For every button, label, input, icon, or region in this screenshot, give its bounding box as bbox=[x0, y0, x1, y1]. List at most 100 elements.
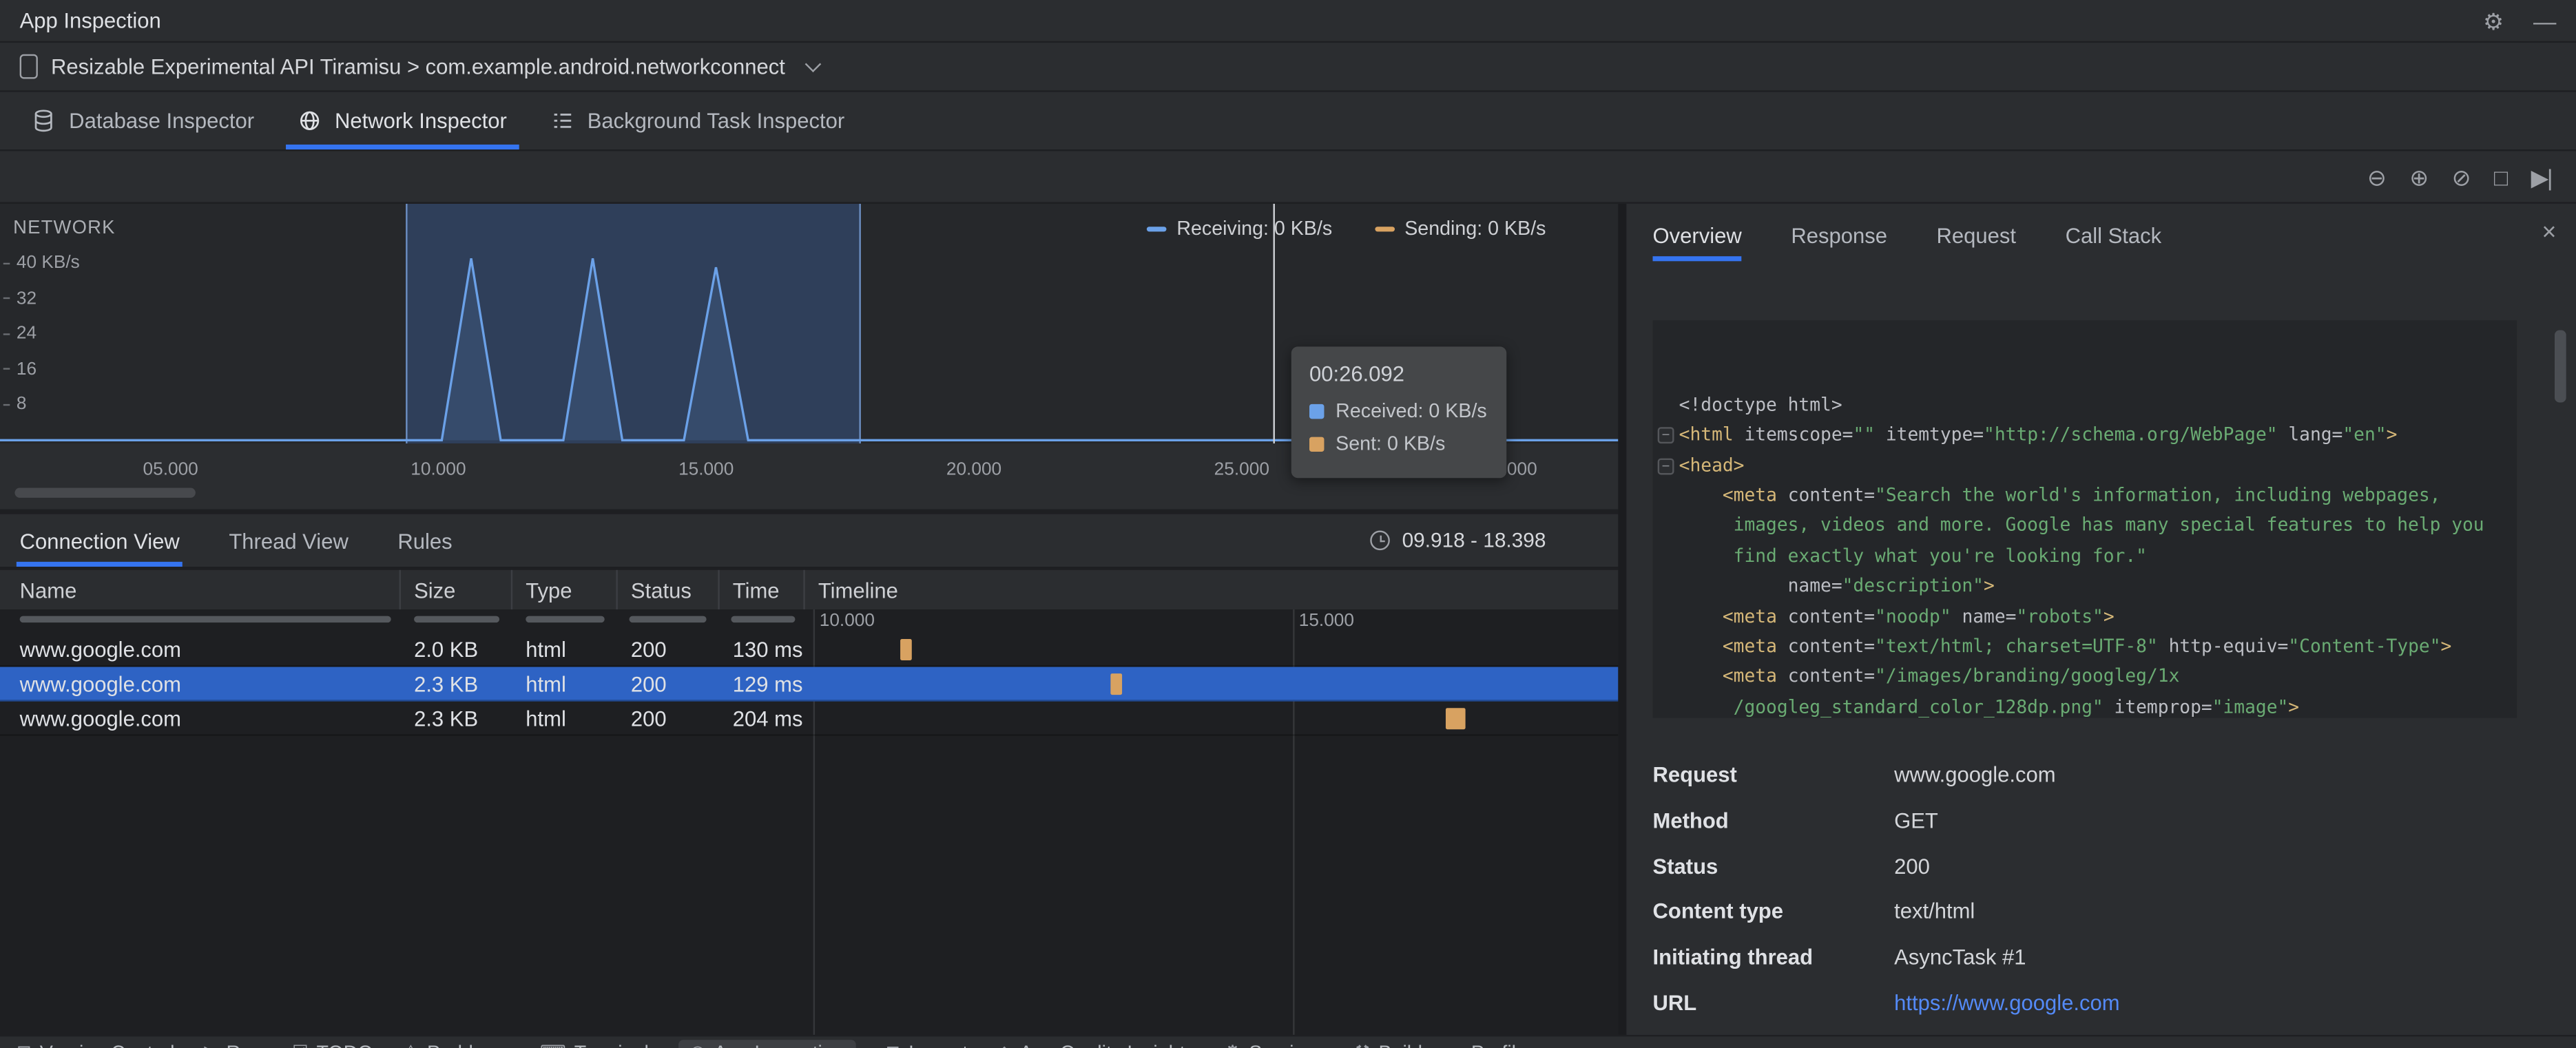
code-line: /googleg_standard_color_128dp.png" itemp… bbox=[1679, 695, 2300, 717]
code-line: images, videos and more. Google has many… bbox=[1679, 514, 2484, 536]
tab-label: Background Task Inspector bbox=[587, 108, 845, 134]
column-header-type[interactable]: Type bbox=[512, 569, 618, 610]
code-scrollbar-thumb[interactable] bbox=[2554, 330, 2566, 403]
table-row[interactable]: www.google.com 2.0 KB html 200 130 ms bbox=[0, 632, 1619, 667]
detail-field: Initiating thread AsyncTask #1 bbox=[1653, 934, 2550, 980]
toolwindow-button-todo[interactable]: ☑ TODO bbox=[292, 1041, 373, 1048]
tab-response[interactable]: Response bbox=[1791, 204, 1887, 266]
tab-thread-view[interactable]: Thread View bbox=[229, 514, 349, 567]
globe-network-icon bbox=[300, 111, 319, 130]
table-row[interactable]: www.google.com 2.3 KB html 200 129 ms bbox=[0, 667, 1619, 702]
code-scrollbar[interactable] bbox=[2554, 330, 2566, 709]
field-value: www.google.com bbox=[1894, 762, 2056, 788]
cell-status: 200 bbox=[630, 705, 667, 731]
chart-tooltip: 00:26.092 Received: 0 KB/s Sent: 0 KB/s bbox=[1291, 346, 1507, 479]
toolwindow-label: Run bbox=[227, 1041, 263, 1048]
tab-network-inspector[interactable]: Network Inspector bbox=[276, 92, 528, 150]
network-panel: NETWORK 40 KB/s 32 24 16 8 Receiving: 0 KB/s… bbox=[0, 203, 1619, 1035]
tab-call-stack[interactable]: Call Stack bbox=[2066, 204, 2162, 266]
tab-request[interactable]: Request bbox=[1937, 204, 2016, 266]
version-control-icon: ⊞ bbox=[17, 1043, 32, 1048]
toolwindow-button-version-control[interactable]: ⊞ Version Control bbox=[17, 1041, 175, 1048]
code-line: <meta content="Search the world's inform… bbox=[1722, 484, 2441, 506]
toolwindow-button-build[interactable]: ⚒ Build bbox=[1354, 1041, 1422, 1048]
chevron-down-icon bbox=[804, 56, 822, 73]
bottom-bar-items: ⊞ Version Control ▶ Run ☑ TODO ⚠ Problems ⌨ Termi… bbox=[0, 1036, 2576, 1048]
reset-zoom-icon[interactable]: ⊘ bbox=[2452, 165, 2471, 188]
tab-background-task-inspector[interactable]: Background Task Inspector bbox=[528, 92, 866, 149]
x-tick-label: 25.000 bbox=[1214, 459, 1269, 480]
close-panel-icon[interactable]: × bbox=[2542, 220, 2556, 245]
code-line: name="description"> bbox=[1679, 575, 1995, 597]
column-header-timeline[interactable]: Timeline bbox=[805, 570, 1619, 609]
tab-label: Network Inspector bbox=[334, 108, 507, 134]
toolwindow-button-profiler[interactable]: ◔ Profiler bbox=[1452, 1041, 1533, 1048]
table-column-scrollbars bbox=[0, 609, 1618, 632]
cell-type: html bbox=[526, 671, 566, 696]
hide-window-icon[interactable]: — bbox=[2533, 9, 2556, 32]
task-list-icon bbox=[553, 113, 571, 128]
x-tick-label: 05.000 bbox=[143, 459, 198, 480]
app-inspection-icon: ◉ bbox=[690, 1043, 706, 1048]
problems-icon: ⚠ bbox=[403, 1043, 419, 1048]
settings-gear-icon[interactable]: ⚙ bbox=[2483, 9, 2504, 32]
field-value: 200 bbox=[1894, 853, 1930, 879]
cell-status: 200 bbox=[630, 636, 667, 662]
table-row[interactable]: www.google.com 2.3 KB html 200 204 ms bbox=[0, 702, 1619, 736]
process-selector[interactable]: Resizable Experimental API Tiramisu > co… bbox=[0, 43, 2576, 92]
chart-horizontal-scrollbar[interactable] bbox=[14, 488, 196, 498]
detail-field: Method GET bbox=[1653, 798, 2550, 843]
cell-time: 129 ms bbox=[732, 671, 803, 696]
legend-label: Sending: 0 KB/s bbox=[1404, 216, 1546, 240]
received-swatch bbox=[1309, 403, 1325, 419]
app-quality-insights-icon: ◈ bbox=[997, 1043, 1011, 1048]
legend-item: Sending: 0 KB/s bbox=[1375, 217, 1546, 240]
tab-rules[interactable]: Rules bbox=[397, 514, 452, 567]
range-label: 09.918 - 18.398 bbox=[1402, 529, 1546, 552]
database-icon bbox=[34, 109, 52, 132]
toolwindow-button-app-inspection[interactable]: ◉ App Inspection bbox=[678, 1040, 856, 1048]
toolwindow-button-services[interactable]: ⚙ Services bbox=[1225, 1041, 1325, 1048]
legend-label: Receiving: 0 KB/s bbox=[1176, 216, 1333, 240]
column-header-time[interactable]: Time bbox=[720, 569, 805, 610]
tab-label: Database Inspector bbox=[69, 108, 255, 134]
tab-overview[interactable]: Overview bbox=[1652, 204, 1743, 266]
zoom-in-icon[interactable]: ⊕ bbox=[2409, 165, 2429, 188]
toolwindow-label: Logcat bbox=[908, 1041, 968, 1048]
app-inspection-window: App Inspection ⚙ — Resizable Experimenta… bbox=[0, 0, 2576, 1048]
toolwindow-button-problems[interactable]: ⚠ Problems bbox=[403, 1041, 510, 1048]
toolwindow-label: Version Control bbox=[40, 1041, 175, 1048]
legend-swatch bbox=[1375, 226, 1395, 231]
tooltip-time: 00:26.092 bbox=[1309, 361, 1404, 386]
field-label: Method bbox=[1652, 808, 1729, 833]
column-header-size[interactable]: Size bbox=[401, 569, 513, 610]
tab-database-inspector[interactable]: Database Inspector bbox=[10, 92, 276, 149]
column-header-status[interactable]: Status bbox=[618, 569, 720, 610]
toolwindow-label: Problems bbox=[427, 1041, 510, 1048]
logcat-icon: ≣ bbox=[885, 1043, 900, 1048]
toolwindow-label: Profiler bbox=[1471, 1041, 1534, 1048]
tooltip-sent: Sent: 0 KB/s bbox=[1336, 432, 1446, 455]
main-split: NETWORK 40 KB/s 32 24 16 8 Receiving: 0 KB/s… bbox=[0, 203, 2576, 1035]
tooltip-received: Received: 0 KB/s bbox=[1336, 399, 1487, 423]
process-selector-label: Resizable Experimental API Tiramisu > co… bbox=[50, 54, 785, 79]
toolwindow-button-terminal[interactable]: ⌨ Terminal bbox=[540, 1041, 649, 1048]
cell-type: html bbox=[526, 705, 566, 731]
jump-to-live-icon[interactable]: ▶| bbox=[2531, 165, 2553, 188]
toolwindow-button-logcat[interactable]: ≣ Logcat bbox=[885, 1041, 968, 1048]
zoom-to-selection-icon[interactable]: □ bbox=[2494, 165, 2508, 188]
detail-field: Status 200 bbox=[1653, 843, 2550, 889]
legend-swatch bbox=[1147, 226, 1167, 231]
toolwindow-button-app-quality-insights[interactable]: ◈ App Quality Insights bbox=[997, 1041, 1195, 1048]
toolwindow-label: Build bbox=[1378, 1041, 1422, 1048]
column-header-name[interactable]: Name bbox=[0, 569, 401, 610]
window-title: App Inspection bbox=[19, 8, 161, 33]
inspector-tabs: Database Inspector Network Inspector Bac… bbox=[0, 92, 2576, 151]
toolwindow-button-run[interactable]: ▶ Run bbox=[204, 1041, 262, 1048]
connection-details-panel: Overview Response Request Call Stack × <… bbox=[1618, 203, 2576, 1035]
field-value-link[interactable]: https://www.google.com bbox=[1894, 990, 2550, 1015]
zoom-out-icon[interactable]: ⊖ bbox=[2367, 165, 2387, 188]
response-preview-code[interactable]: <!doctype html> <html itemscope="" itemty… bbox=[1652, 320, 2517, 718]
tab-connection-view[interactable]: Connection View bbox=[16, 514, 184, 567]
timeline-toolbar: ⊖ ⊕ ⊘ □ ▶| bbox=[0, 151, 2576, 204]
